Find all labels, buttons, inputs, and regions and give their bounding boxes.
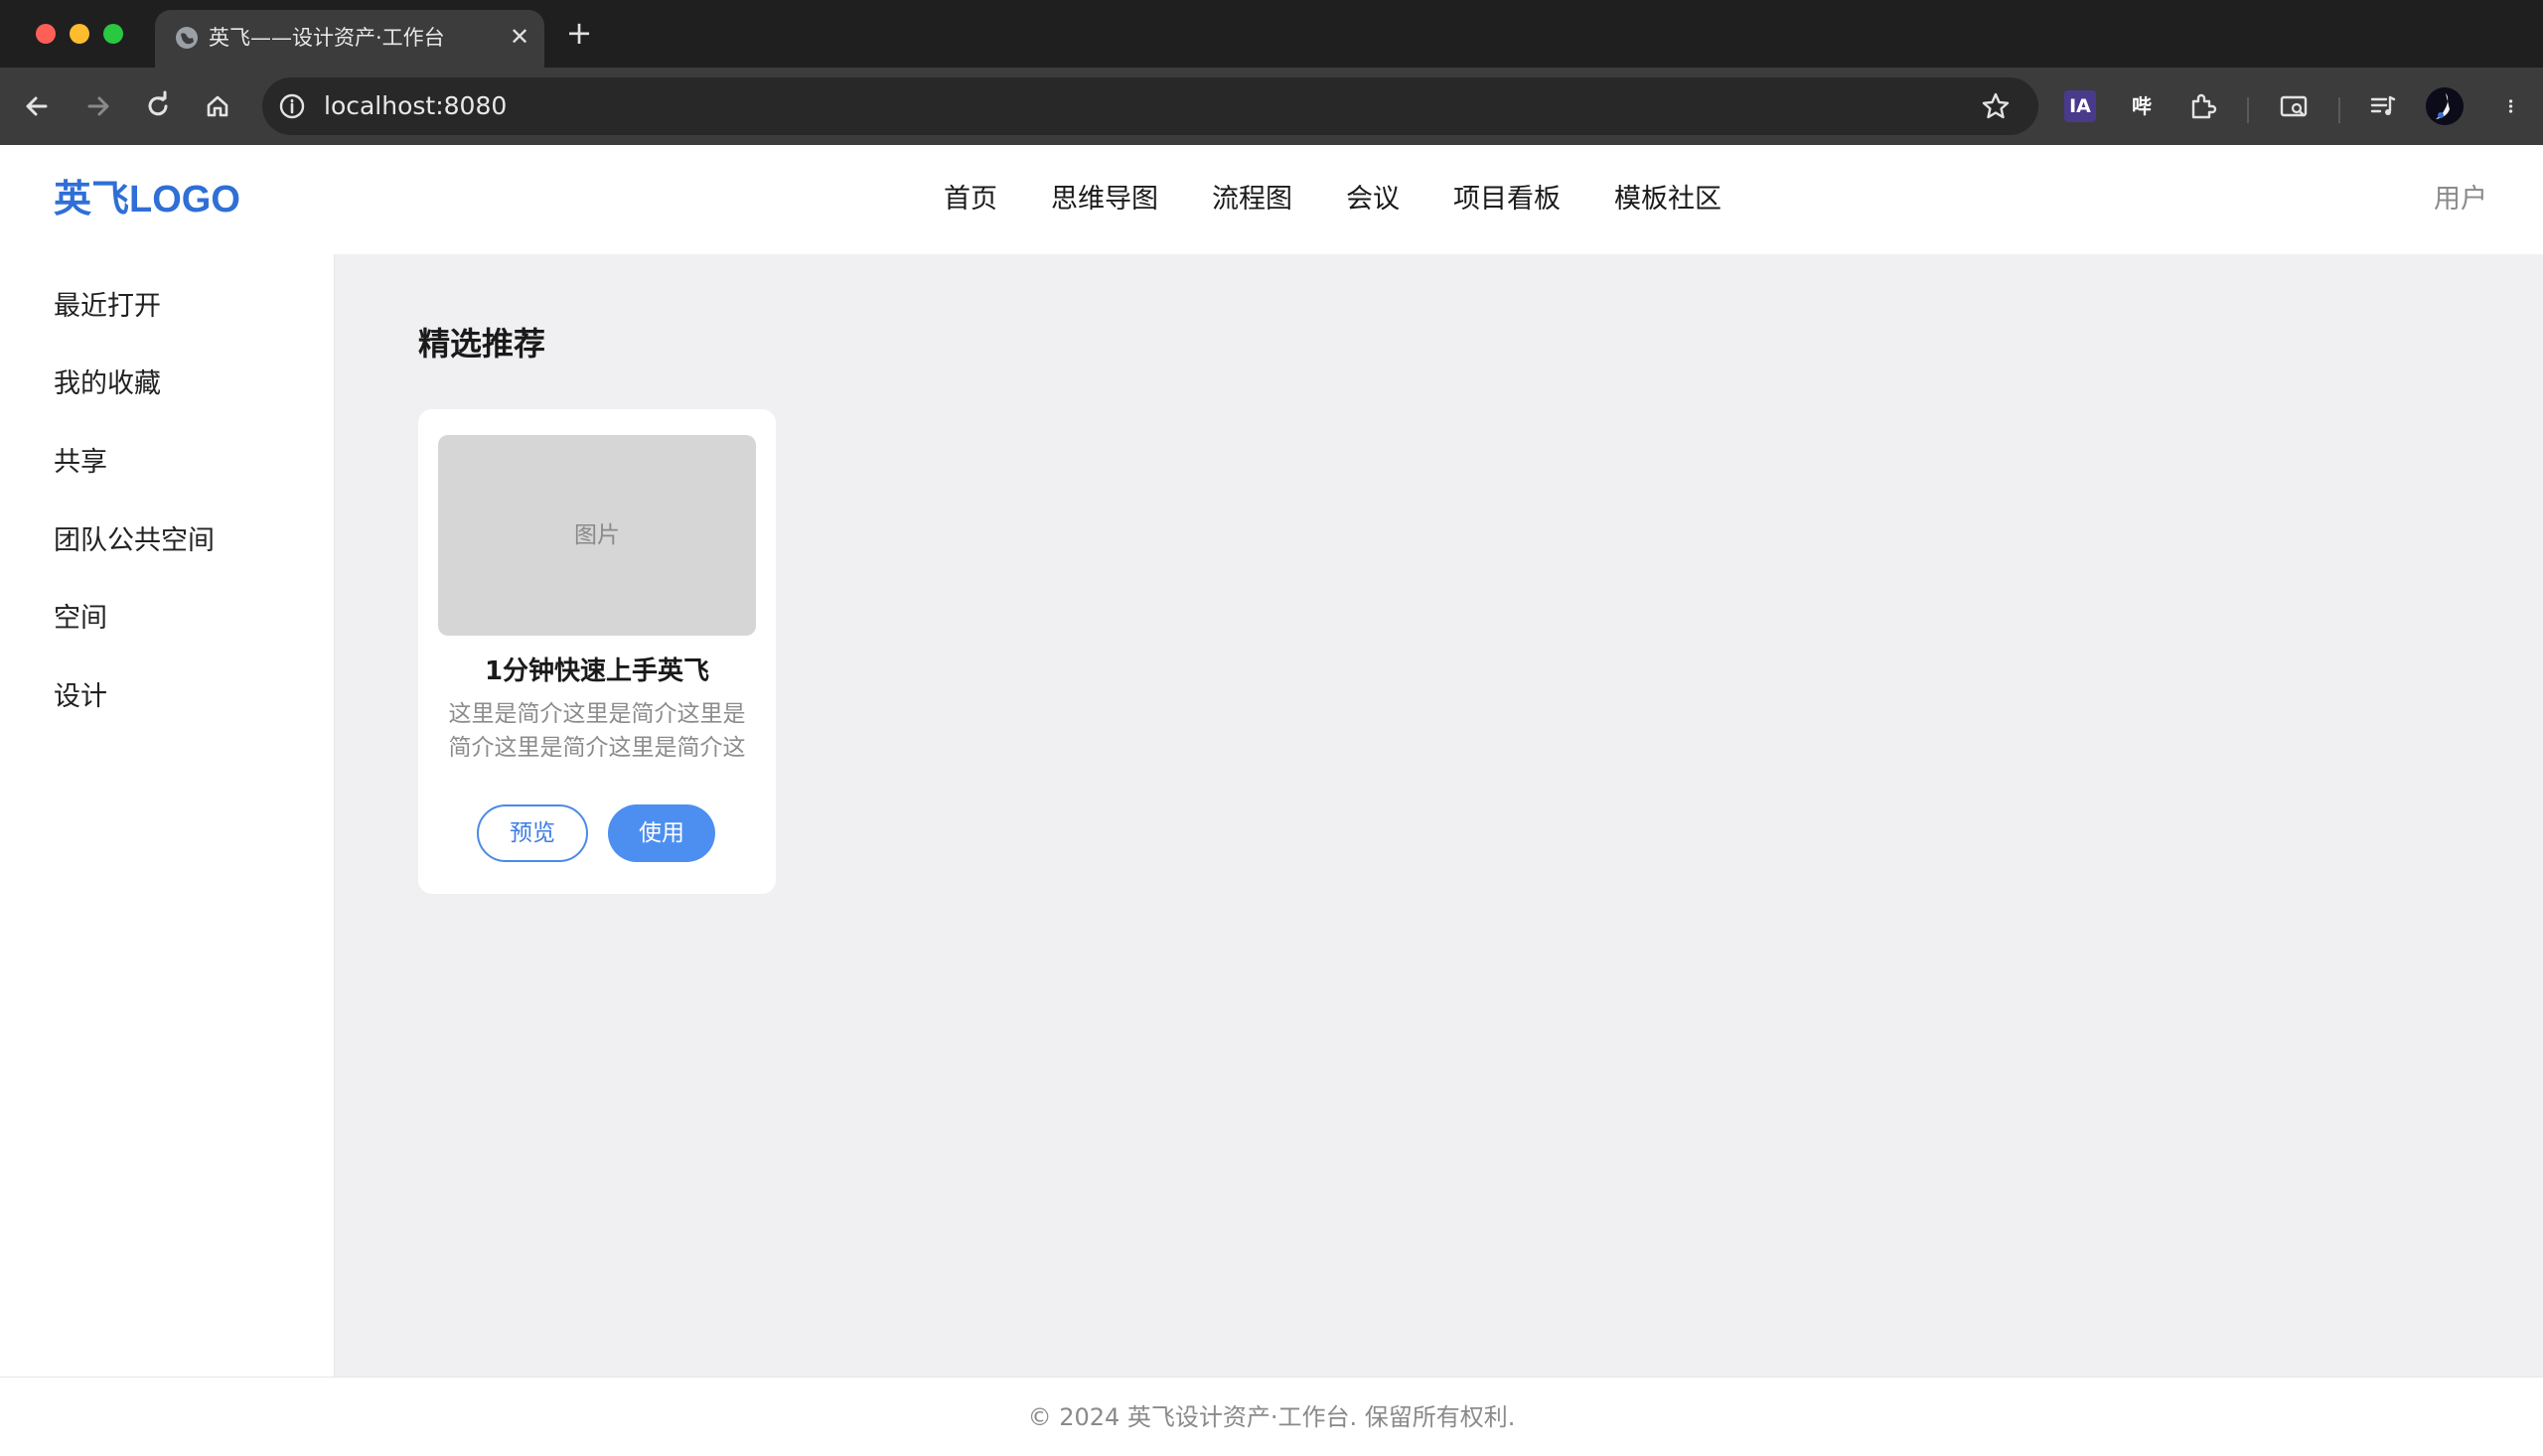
new-tab-button[interactable]: +: [562, 16, 596, 50]
sidebar-item-space[interactable]: 空间: [54, 600, 107, 638]
site-header: 英飞LOGO 首页 思维导图 流程图 会议 项目看板 模板社区 用户: [0, 145, 2543, 254]
playlist-icon: [2370, 95, 2396, 115]
nav-item-meeting[interactable]: 会议: [1346, 181, 1400, 218]
close-tab-icon[interactable]: ✕: [505, 22, 534, 52]
tab-search-button[interactable]: [2275, 87, 2313, 125]
card-title: 1分钟快速上手英飞: [484, 656, 710, 686]
media-control-button[interactable]: [2364, 87, 2402, 125]
nav-item-project-board[interactable]: 项目看板: [1453, 181, 1561, 218]
reload-icon: [148, 90, 168, 116]
top-navigation: 首页 思维导图 流程图 会议 项目看板 模板社区: [944, 181, 1775, 218]
card-description: 这里是简介这里是简介这里是简介这里是简介这里是简介这: [448, 701, 746, 761]
card-image-placeholder: 图片: [438, 435, 756, 636]
web-page: 英飞LOGO 首页 思维导图 流程图 会议 项目看板 模板社区 用户 最近打开 …: [0, 145, 2543, 1456]
use-button[interactable]: 使用: [608, 804, 715, 862]
avatar-image-icon: [2426, 87, 2464, 125]
section-title: 精选推荐: [418, 325, 546, 363]
toolbar-divider: [2247, 97, 2249, 123]
browser-tab[interactable]: 英飞——设计资产·工作台 ✕: [155, 10, 544, 68]
nav-item-template-community[interactable]: 模板社区: [1614, 181, 1721, 218]
maximize-window-button[interactable]: [103, 24, 123, 44]
nav-item-home[interactable]: 首页: [944, 181, 997, 218]
template-card[interactable]: 图片 1分钟快速上手英飞 这里是简介这里是简介这里是简介这里是简介这里是简介这 …: [418, 409, 776, 894]
sidebar-item-design[interactable]: 设计: [54, 678, 107, 716]
arrow-left-icon: [26, 96, 48, 116]
screen-search-icon: [2280, 95, 2308, 117]
sidebar-item-recent[interactable]: 最近打开: [54, 288, 161, 326]
more-vertical-icon: [2508, 99, 2513, 113]
browser-toolbar: localhost:8080 IA 哔: [0, 68, 2543, 145]
close-window-button[interactable]: [36, 24, 56, 44]
forward-button[interactable]: [79, 87, 117, 125]
site-logo[interactable]: 英飞LOGO: [54, 177, 240, 222]
sidebar-item-favorites[interactable]: 我的收藏: [54, 365, 161, 403]
reload-button[interactable]: [139, 87, 177, 125]
site-footer: © 2024 英飞设计资产·工作台. 保留所有权利.: [0, 1377, 2543, 1456]
sidebar-item-shared[interactable]: 共享: [54, 444, 107, 482]
back-button[interactable]: [18, 87, 56, 125]
bookmark-star-icon[interactable]: [1979, 89, 2013, 123]
minimize-window-button[interactable]: [70, 24, 89, 44]
tab-title: 英飞——设计资产·工作台: [209, 26, 445, 50]
image-placeholder-label: 图片: [574, 522, 620, 548]
site-info-icon[interactable]: [276, 90, 308, 122]
puzzle-icon: [2191, 93, 2217, 119]
globe-icon: [176, 27, 198, 49]
sidebar: 最近打开 我的收藏 共享 团队公共空间 空间 设计: [0, 254, 335, 1377]
arrow-right-icon: [87, 96, 109, 116]
bilibili-extension-icon[interactable]: 哔: [2126, 90, 2158, 122]
home-button[interactable]: [199, 87, 236, 125]
toolbar-divider: [2338, 97, 2340, 123]
preview-button[interactable]: 预览: [477, 804, 588, 862]
copyright-text: © 2024 英飞设计资产·工作台. 保留所有权利.: [1027, 1403, 1516, 1431]
browser-tab-strip: 英飞——设计资产·工作台 ✕ +: [0, 0, 2543, 68]
home-icon: [207, 95, 228, 117]
extensions-button[interactable]: [2183, 87, 2221, 125]
url-text: localhost:8080: [324, 91, 508, 120]
nav-item-mindmap[interactable]: 思维导图: [1051, 181, 1158, 218]
sidebar-item-team-space[interactable]: 团队公共空间: [54, 522, 215, 560]
main-content: 精选推荐 图片 1分钟快速上手英飞 这里是简介这里是简介这里是简介这里是简介这里…: [335, 254, 2543, 1377]
ia-extension-icon[interactable]: IA: [2064, 90, 2096, 122]
address-bar[interactable]: localhost:8080: [262, 77, 2038, 135]
user-menu[interactable]: 用户: [2434, 181, 2487, 218]
nav-item-flowchart[interactable]: 流程图: [1212, 181, 1292, 218]
profile-avatar[interactable]: [2426, 87, 2464, 125]
browser-menu-button[interactable]: [2503, 87, 2541, 125]
